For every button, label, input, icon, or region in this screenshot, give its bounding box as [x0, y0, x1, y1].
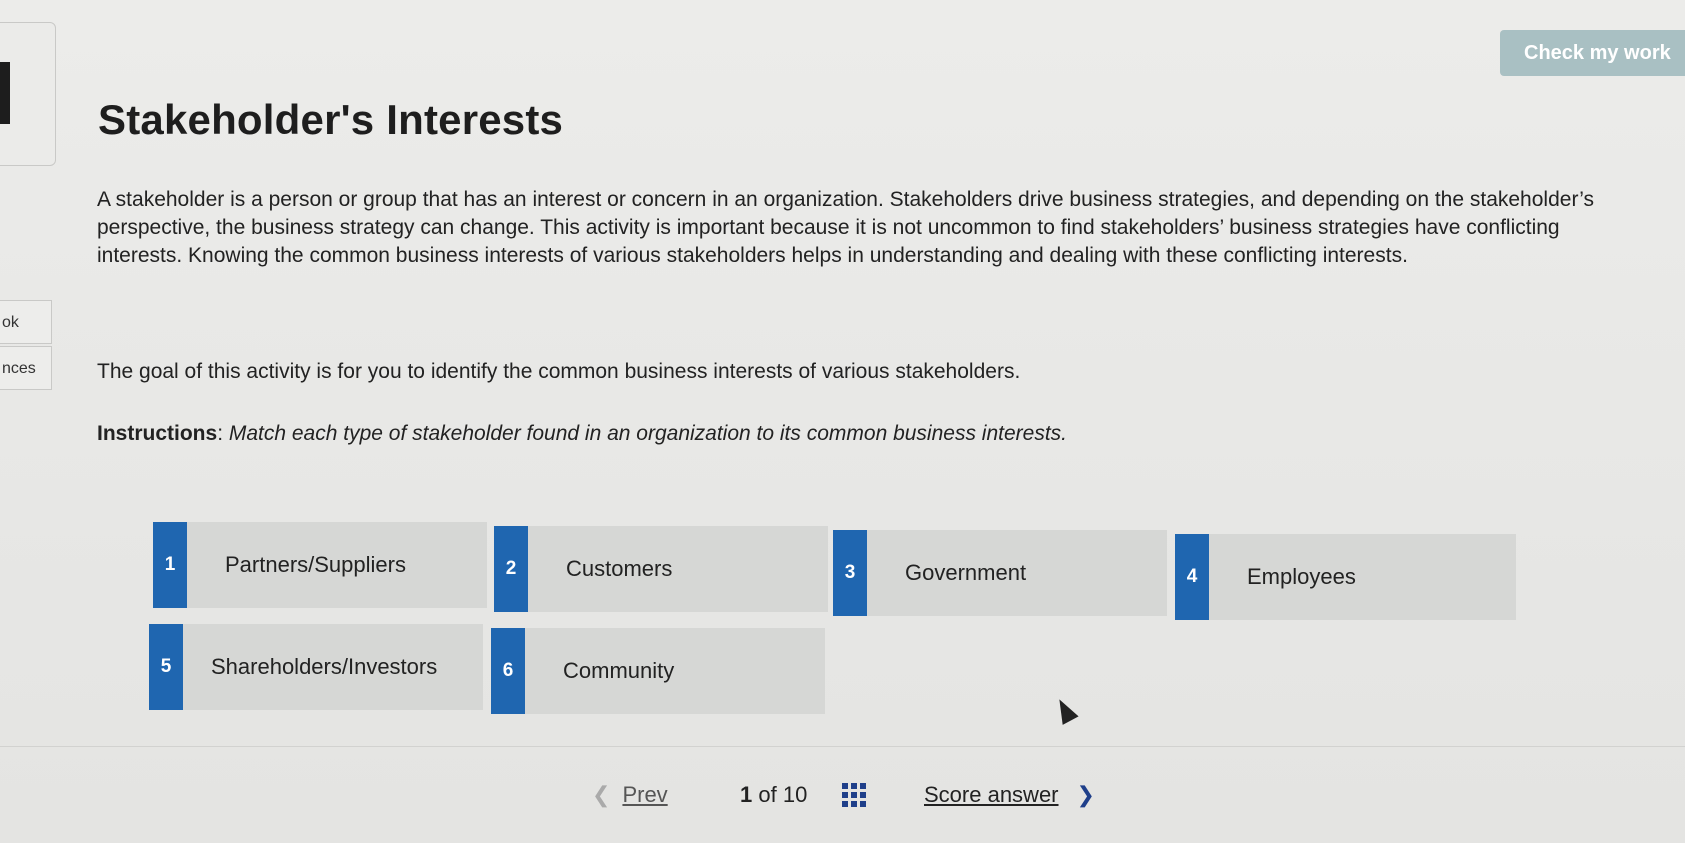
mouse-cursor-icon: [1051, 695, 1079, 725]
card-label: Partners/Suppliers: [225, 552, 406, 577]
prev-label: Prev: [622, 782, 668, 807]
stakeholder-card[interactable]: 4 Employees: [1175, 534, 1516, 620]
assignment-page: ok nces Check my work Stakeholder's Inte…: [0, 0, 1685, 843]
card-label: Community: [563, 658, 675, 683]
card-label: Government: [905, 560, 1027, 585]
rail-tab-ebook[interactable]: ok: [0, 300, 52, 344]
card-label: Shareholders/Investors: [211, 654, 438, 679]
footer-divider: [0, 746, 1685, 747]
prev-button[interactable]: ❮ Prev: [592, 782, 668, 808]
stakeholder-card[interactable]: 5 Shareholders/Investors: [149, 624, 483, 710]
instructions-lead: Instructions: [97, 422, 218, 445]
score-answer-button[interactable]: Score answer ❯: [924, 782, 1095, 808]
card-number-badge: 2: [494, 526, 528, 612]
stakeholder-card[interactable]: 3 Government: [833, 530, 1167, 616]
instructions-text: Match each type of stakeholder found in …: [228, 422, 1067, 445]
card-label: Employees: [1247, 564, 1356, 589]
page-counter: 1 of 10: [740, 782, 807, 808]
chevron-right-icon: ❯: [1076, 782, 1095, 807]
card-number-badge: 3: [833, 530, 867, 616]
rail-handle[interactable]: [0, 62, 10, 124]
instructions-paragraph: Instructions: Match each type of stakeho…: [97, 420, 1627, 448]
intro-paragraph: A stakeholder is a person or group that …: [97, 188, 1594, 267]
page-title: Stakeholder's Interests: [98, 96, 564, 143]
chevron-left-icon: ❮: [592, 782, 611, 807]
stakeholder-card[interactable]: 2 Customers: [494, 526, 828, 612]
score-answer-label: Score answer: [924, 782, 1059, 807]
check-my-work-button[interactable]: Check my work: [1500, 30, 1685, 76]
page-current: 1: [740, 782, 753, 807]
card-label: Customers: [566, 556, 673, 581]
instructions-separator: :: [217, 422, 229, 445]
stakeholder-card[interactable]: 6 Community: [491, 628, 825, 714]
rail-tab-references[interactable]: nces: [0, 346, 52, 390]
card-number-badge: 1: [153, 522, 187, 608]
left-rail: ok nces: [0, 0, 56, 843]
page-total: of 10: [758, 782, 808, 807]
goal-paragraph: The goal of this activity is for you to …: [97, 360, 1021, 383]
stakeholder-card[interactable]: 1 Partners/Suppliers: [153, 522, 487, 608]
grid-icon[interactable]: [842, 783, 866, 807]
card-number-badge: 5: [149, 624, 183, 710]
card-number-badge: 6: [491, 628, 525, 714]
card-number-badge: 4: [1175, 534, 1209, 620]
